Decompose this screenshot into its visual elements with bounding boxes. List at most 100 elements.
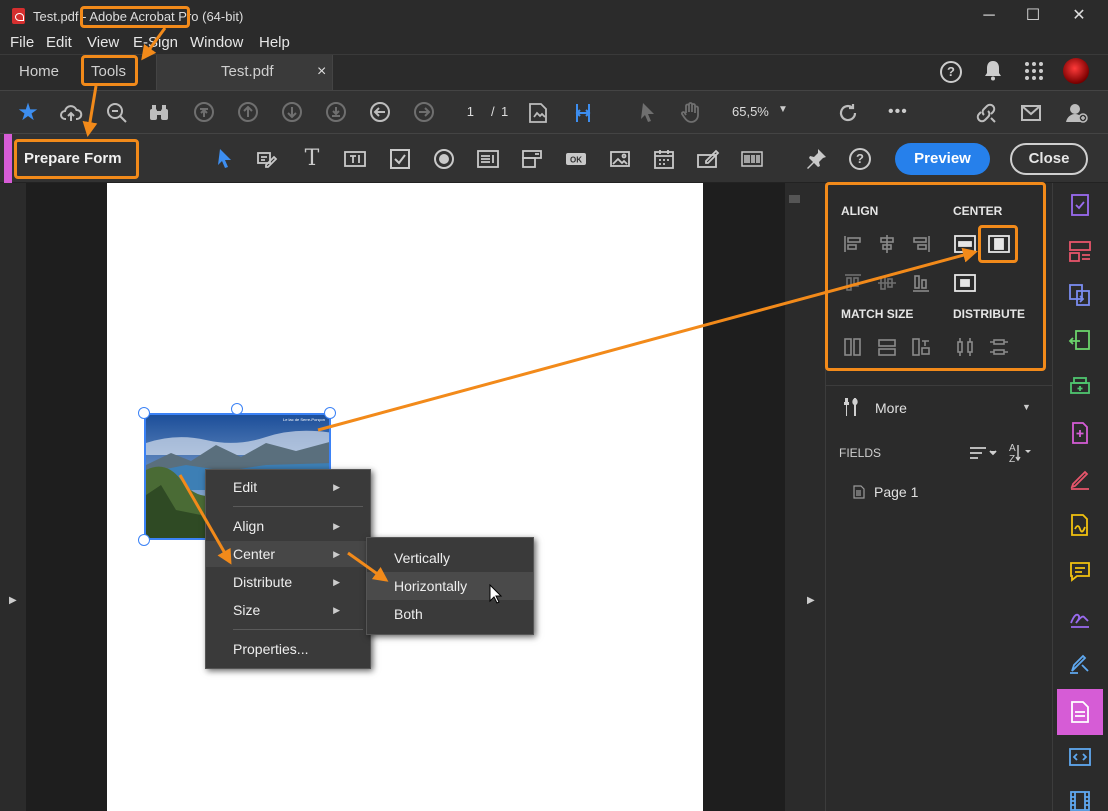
javascript-icon[interactable] [1067,745,1093,771]
mouse-cursor-icon [489,583,503,607]
maximize-button[interactable]: ☐ [1010,0,1056,32]
forward-arrow-icon[interactable] [412,101,436,125]
close-tab-icon[interactable]: × [317,63,326,81]
context-item-properties[interactable]: Properties... [206,636,370,662]
expand-left-panel-icon[interactable]: ▶ [9,595,17,606]
resize-handle-bottom-left[interactable] [138,534,150,546]
context-item-edit[interactable]: Edit ▶ [206,474,370,500]
pin-icon[interactable] [804,147,828,171]
sign-icon[interactable] [1067,605,1093,631]
fields-page-item[interactable]: Page 1 [874,484,918,500]
first-page-icon[interactable] [192,101,216,125]
collapse-right-panel-icon[interactable]: ▶ [807,595,815,606]
select-object-icon[interactable] [213,147,237,171]
list-box-icon[interactable] [476,147,500,171]
center-submenu: Vertically Horizontally Both [366,537,534,635]
user-avatar[interactable] [1063,58,1089,84]
preview-button[interactable]: Preview [895,143,990,175]
menu-edit[interactable]: Edit [46,34,72,51]
submenu-item-vertically[interactable]: Vertically [367,544,533,572]
sort-fields-icon[interactable] [969,445,997,464]
tab-home[interactable]: Home [19,55,59,91]
apps-grid-icon[interactable] [1024,61,1044,84]
scroll-up-arrow[interactable] [789,195,800,203]
hand-tool-icon[interactable] [679,101,703,125]
text-tool-icon[interactable]: T [300,147,324,171]
zoom-dropdown-icon[interactable]: ▼ [778,104,788,115]
tab-document-label: Test.pdf [221,63,274,80]
context-item-size[interactable]: Size ▶ [206,597,370,623]
menu-view[interactable]: View [87,34,119,51]
zoom-search-icon[interactable] [105,101,129,125]
cloud-upload-icon[interactable] [59,101,83,125]
form-edit-icon[interactable] [255,147,279,171]
sort-alphabetical-icon[interactable]: AZ [1008,441,1034,466]
checkbox-icon[interactable] [388,147,412,171]
page-thumbnail-icon[interactable] [526,101,550,125]
text-field-icon[interactable] [343,147,367,171]
highlight-tools-tab [81,55,138,86]
more-tools-wrench-icon[interactable] [840,395,864,422]
resize-handle-top-left[interactable] [138,407,150,419]
context-item-center[interactable]: Center ▶ [206,541,370,567]
certificates-icon[interactable] [1067,651,1093,677]
share-link-icon[interactable] [974,101,998,125]
svg-text:Z: Z [1009,454,1015,463]
organize-pages-icon[interactable] [1067,239,1093,265]
menu-esign[interactable]: E-Sign [133,34,178,51]
email-icon[interactable] [1019,101,1043,125]
window-close-button[interactable]: ✕ [1056,0,1102,32]
context-item-distribute[interactable]: Distribute ▶ [206,569,370,595]
prepare-form-tool-active[interactable] [1057,689,1103,735]
add-user-icon[interactable] [1064,101,1088,125]
previous-page-icon[interactable] [236,101,260,125]
fill-sign-checklist-icon[interactable] [1067,193,1093,219]
comment-icon[interactable] [1067,559,1093,585]
zoom-level[interactable]: 65,5% [732,104,769,119]
prepare-form-toolbar: Prepare Form T OK ? Preview Close [0,134,1108,183]
last-page-icon[interactable] [324,101,348,125]
star-icon[interactable]: ★ [16,101,40,125]
radio-button-icon[interactable] [432,147,456,171]
rich-media-icon[interactable] [1067,789,1093,811]
back-arrow-icon[interactable] [368,101,392,125]
select-cursor-icon[interactable] [636,101,660,125]
more-dropdown-icon[interactable]: ▼ [1022,402,1031,412]
resize-handle-top[interactable] [231,403,243,415]
find-binoculars-icon[interactable] [147,101,171,125]
menu-window[interactable]: Window [190,34,243,51]
more-label[interactable]: More [875,400,907,416]
menu-file[interactable]: File [10,34,34,51]
menu-help[interactable]: Help [259,34,290,51]
document-scrollbar[interactable]: ▶ [785,183,825,811]
help-icon[interactable]: ? [940,61,962,83]
more-tools-icon[interactable]: ••• [888,103,908,121]
form-help-icon[interactable]: ? [849,148,871,170]
page-total: 1 [501,104,509,119]
fill-sign-pen-icon[interactable] [1067,467,1093,493]
barcode-icon[interactable] [740,147,764,171]
close-button[interactable]: Close [1010,143,1088,175]
resize-handle-top-right[interactable] [324,407,336,419]
submenu-item-horizontally[interactable]: Horizontally [367,572,533,600]
signature-field-icon[interactable] [696,147,720,171]
rotate-icon[interactable] [836,101,860,125]
export-pdf-icon[interactable] [1067,329,1093,355]
page-number-input[interactable]: 1 [450,101,486,123]
minimize-button[interactable]: ─ [966,0,1012,32]
context-item-align[interactable]: Align ▶ [206,513,370,539]
request-signatures-icon[interactable] [1067,513,1093,539]
tab-document[interactable]: Test.pdf × [156,55,333,91]
button-field-icon[interactable]: OK [564,147,588,171]
notifications-bell-icon[interactable] [982,59,1004,83]
context-item-center-label: Center [233,546,276,562]
dropdown-field-icon[interactable] [520,147,544,171]
edit-pdf-icon[interactable] [1067,421,1093,447]
fit-width-icon[interactable] [571,101,595,125]
next-page-icon[interactable] [280,101,304,125]
combine-files-icon[interactable] [1067,283,1093,309]
create-pdf-icon[interactable] [1067,375,1093,401]
date-field-icon[interactable] [652,147,676,171]
image-field-icon[interactable] [608,147,632,171]
submenu-item-both[interactable]: Both [367,600,533,628]
